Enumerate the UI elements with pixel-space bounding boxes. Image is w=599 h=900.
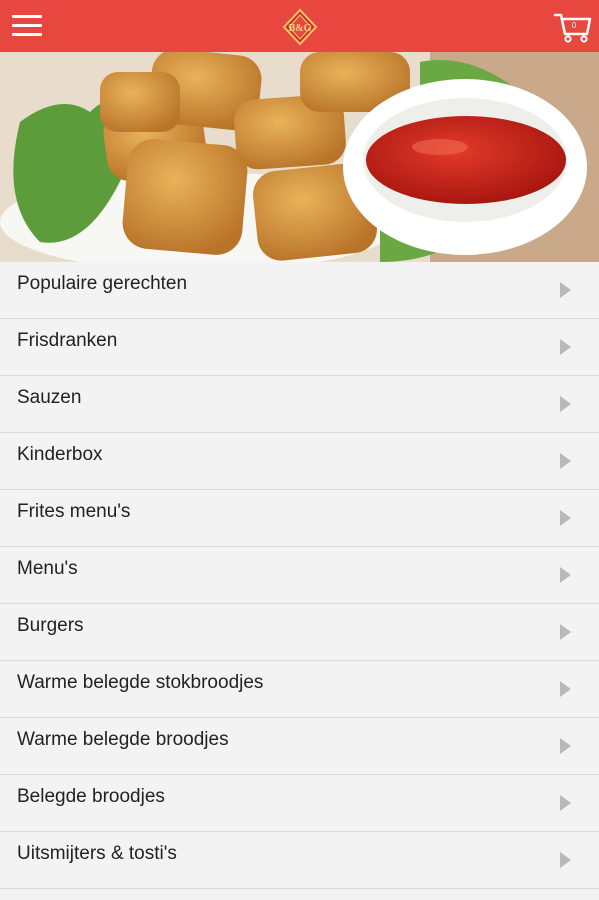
- top-app-bar: B&G 0: [0, 0, 599, 52]
- chevron-right-icon: [560, 624, 571, 640]
- cart-count-badge: 0: [571, 21, 577, 30]
- category-item[interactable]: Warme belegde broodjes: [0, 718, 599, 775]
- hamburger-line: [12, 33, 42, 36]
- chevron-right-icon: [560, 510, 571, 526]
- category-label: Burgers: [17, 615, 84, 636]
- category-item[interactable]: Belegde broodjes: [0, 775, 599, 832]
- category-list: Populaire gerechten Frisdranken Sauzen K…: [0, 262, 599, 889]
- category-item[interactable]: Uitsmijters & tosti's: [0, 832, 599, 889]
- chevron-right-icon: [560, 852, 571, 868]
- hamburger-line: [12, 24, 42, 27]
- hamburger-line: [12, 15, 42, 18]
- brand-logo-text: B&G: [289, 23, 312, 34]
- hero-food-image: [0, 52, 599, 262]
- category-label: Warme belegde stokbroodjes: [17, 672, 264, 693]
- category-item[interactable]: Kinderbox: [0, 433, 599, 490]
- hero-image: [0, 52, 599, 262]
- chevron-right-icon: [560, 795, 571, 811]
- chevron-right-icon: [560, 738, 571, 754]
- category-item[interactable]: Populaire gerechten: [0, 262, 599, 319]
- category-item[interactable]: Frisdranken: [0, 319, 599, 376]
- category-label: Uitsmijters & tosti's: [17, 843, 177, 864]
- chevron-right-icon: [560, 282, 571, 298]
- brand-logo[interactable]: B&G: [281, 8, 319, 46]
- chevron-right-icon: [560, 453, 571, 469]
- category-label: Menu's: [17, 558, 78, 579]
- category-item[interactable]: Warme belegde stokbroodjes: [0, 661, 599, 718]
- category-item[interactable]: Burgers: [0, 604, 599, 661]
- category-item[interactable]: Sauzen: [0, 376, 599, 433]
- category-label: Kinderbox: [17, 444, 103, 465]
- hamburger-icon[interactable]: [12, 14, 42, 38]
- chevron-right-icon: [560, 339, 571, 355]
- chevron-right-icon: [560, 567, 571, 583]
- cart-button[interactable]: 0: [553, 10, 593, 44]
- category-label: Populaire gerechten: [17, 273, 188, 294]
- chevron-right-icon: [560, 396, 571, 412]
- category-label: Warme belegde broodjes: [17, 729, 229, 750]
- category-item[interactable]: Menu's: [0, 547, 599, 604]
- category-label: Frisdranken: [17, 330, 118, 351]
- category-label: Frites menu's: [17, 501, 131, 522]
- chevron-right-icon: [560, 681, 571, 697]
- category-item[interactable]: Frites menu's: [0, 490, 599, 547]
- category-label: Sauzen: [17, 387, 82, 408]
- category-label: Belegde broodjes: [17, 786, 165, 807]
